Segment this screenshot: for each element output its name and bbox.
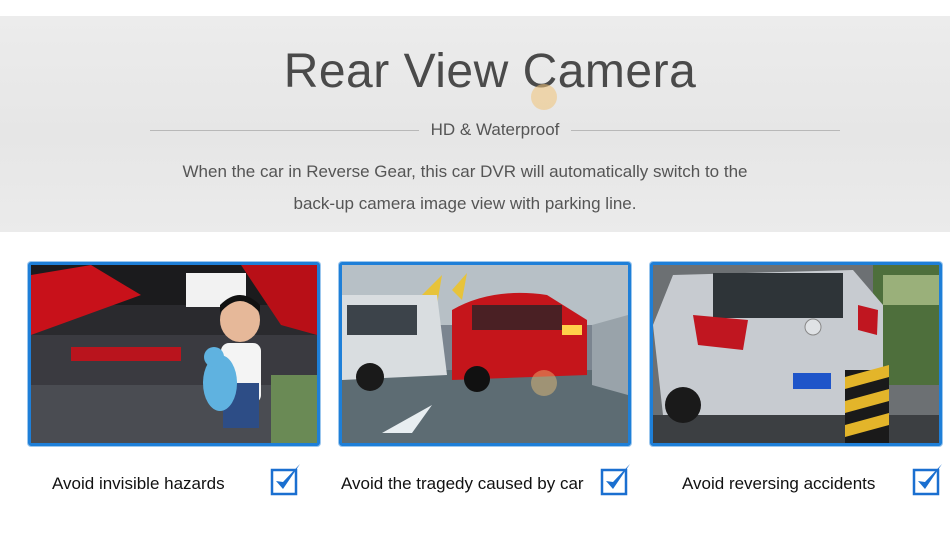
divider-left [150, 129, 419, 131]
description-line-2: back-up camera image view with parking l… [293, 194, 637, 213]
feature-caption-2: Avoid the tragedy caused by car [341, 474, 584, 493]
divider-right [571, 129, 841, 131]
subtitle: HD & Waterproof [430, 120, 560, 139]
checkbox-checked-icon [270, 462, 302, 496]
checkbox-checked-icon [912, 462, 944, 496]
watermark-mark [531, 370, 557, 396]
subtitle-row: HD & Waterproof [150, 118, 841, 142]
feature-caption-3: Avoid reversing accidents [682, 474, 876, 493]
description: When the car in Reverse Gear, this car D… [0, 156, 930, 220]
checkbox-checked-icon [600, 462, 632, 496]
photo-child-behind-suv [28, 262, 320, 446]
photo-silver-car-reversing [650, 262, 942, 446]
photo-parking-garage [339, 262, 631, 446]
description-line-1: When the car in Reverse Gear, this car D… [182, 162, 748, 181]
page-title: Rear View Camera [283, 45, 697, 98]
feature-caption-1: Avoid invisible hazards [52, 474, 225, 493]
watermark-mark [531, 84, 557, 110]
